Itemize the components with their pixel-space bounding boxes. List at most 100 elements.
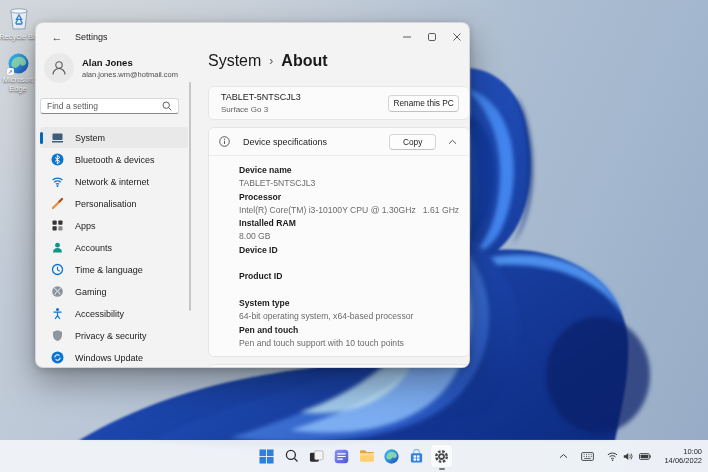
sidebar-item-network-internet[interactable]: Network & internet [40,171,188,192]
spec-value: Intel(R) Core(TM) i3-10100Y CPU @ 1.30GH… [239,204,459,217]
user-email: alan.jones.wm@hotmail.com [82,70,178,79]
desktop-icon-label: Microsoft Edge [0,76,38,93]
tray-chevron-up-icon[interactable] [559,453,568,459]
spec-value: 64-bit operating system, x64-based proce… [239,310,459,323]
minimize-button[interactable] [394,23,419,51]
sidebar: Alan Jones alan.jones.wm@hotmail.com Fin… [36,51,208,367]
edge-button[interactable] [380,444,403,468]
sidebar-item-privacy-security[interactable]: Privacy & security [40,325,188,346]
store-icon [409,449,424,464]
device-name-card: TABLET-5NTSCJL3 Surface Go 3 Rename this… [208,86,470,120]
task-view-icon [309,449,324,464]
sidebar-item-gaming[interactable]: Gaming [40,281,188,302]
start-button[interactable] [255,444,278,468]
sidebar-nav: System Bluetooth & devices Network & int… [40,127,188,368]
search-input[interactable]: Find a setting [40,98,179,114]
taskbar-clock[interactable]: 10:00 14/06/2022 [664,447,702,465]
file-explorer-icon [359,449,375,463]
tray-wifi-icon [607,452,618,461]
breadcrumb-separator: › [269,54,273,68]
spec-value [239,284,459,297]
clock-icon [51,263,64,276]
chevron-up-icon [448,139,457,145]
spec-label: Pen and touch [239,324,459,337]
xbox-icon [51,285,64,298]
spec-label: Product ID [239,270,459,283]
main-content: System › About TABLET-5NTSCJL3 Surface G… [208,51,470,367]
window-title: Settings [75,32,108,42]
apps-icon [51,219,64,232]
tray-volume-icon [623,452,634,461]
info-icon [219,136,230,147]
edge-icon [384,449,399,464]
sidebar-item-accessibility[interactable]: Accessibility [40,303,188,324]
page-title: About [281,52,327,70]
shield-icon [51,329,64,342]
tray-battery-icon [639,453,651,460]
spec-label: Processor [239,191,459,204]
settings-window: ← Settings Alan Jones alan.jones.wm@hotm… [35,22,470,368]
specs-card-title: Device specifications [243,137,327,147]
system-tray[interactable] [607,452,651,461]
accessibility-icon [51,307,64,320]
taskbar-search-button[interactable] [280,444,303,468]
recycle-bin-icon [6,4,32,31]
file-explorer-button[interactable] [355,444,378,468]
touch-keyboard-icon[interactable] [581,452,594,461]
spec-label: Installed RAM [239,217,459,230]
shortcut-arrow-icon: ↗ [7,68,14,75]
gear-icon [434,449,449,464]
person-icon [50,59,68,77]
system-icon [51,131,64,144]
close-button[interactable] [444,23,469,51]
sidebar-item-personalisation[interactable]: Personalisation [40,193,188,214]
windows-logo-icon [259,449,274,464]
update-icon [51,351,64,364]
sidebar-item-system[interactable]: System [40,127,188,148]
next-card-partial [208,364,470,368]
accounts-icon [51,241,64,254]
rename-pc-button[interactable]: Rename this PC [388,95,459,112]
spec-label: System type [239,297,459,310]
sidebar-item-accounts[interactable]: Accounts [40,237,188,258]
chat-button[interactable] [330,444,353,468]
user-name: Alan Jones [82,57,178,68]
device-model: Surface Go 3 [221,105,301,114]
store-button[interactable] [405,444,428,468]
breadcrumb: System › About [208,52,470,70]
back-button[interactable]: ← [49,31,65,43]
spec-value: TABLET-5NTSCJL3 [239,177,459,190]
copy-button[interactable]: Copy [389,134,436,150]
sidebar-item-windows-update[interactable]: Windows Update [40,347,188,368]
sidebar-item-time-language[interactable]: Time & language [40,259,188,280]
device-specifications-card: Device specifications Copy Device name T… [208,127,470,357]
maximize-button[interactable] [419,23,444,51]
avatar [44,53,74,83]
task-view-button[interactable] [305,444,328,468]
bluetooth-icon [51,153,64,166]
spec-value [239,257,459,270]
device-specifications-body: Device name TABLET-5NTSCJL3 Processor In… [209,155,469,356]
taskbar: 10:00 14/06/2022 [0,440,708,472]
search-icon [162,101,172,111]
search-placeholder: Find a setting [47,101,162,111]
search-icon [285,449,299,463]
sidebar-item-bluetooth-devices[interactable]: Bluetooth & devices [40,149,188,170]
device-specifications-header[interactable]: Device specifications Copy [209,128,469,155]
breadcrumb-parent[interactable]: System [208,52,261,70]
wifi-icon [51,175,64,188]
device-name: TABLET-5NTSCJL3 [221,92,301,102]
user-profile[interactable]: Alan Jones alan.jones.wm@hotmail.com [44,53,208,83]
settings-button[interactable] [430,444,453,468]
spec-value: Pen and touch support with 10 touch poin… [239,337,459,350]
clock-time: 10:00 [664,447,702,456]
chat-icon [334,449,349,464]
spec-label: Device name [239,164,459,177]
sidebar-scrollbar[interactable] [189,82,191,311]
desktop-icon-label: Recycle Bin [0,33,39,42]
spec-label: Device ID [239,244,459,257]
sidebar-item-apps[interactable]: Apps [40,215,188,236]
spec-value: 8.00 GB [239,230,459,243]
titlebar: ← Settings [36,23,469,51]
clock-date: 14/06/2022 [664,456,702,465]
